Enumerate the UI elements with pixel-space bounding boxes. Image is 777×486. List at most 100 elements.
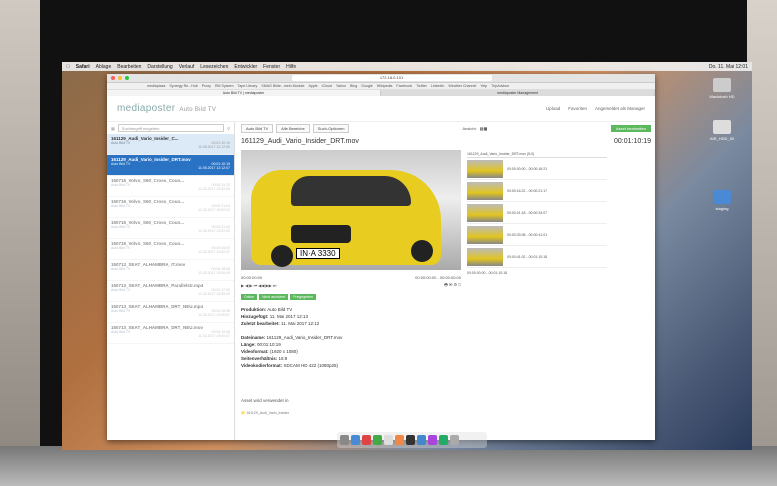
menu-hilfe[interactable]: Hilfe xyxy=(286,64,296,70)
url-bar[interactable]: 172.18.0.101 xyxy=(291,75,492,81)
bookmark[interactable]: Yahoo xyxy=(336,84,346,88)
list-item[interactable]: 150713_SEAT_ALHAMBRA_DRT_NEU.mp4 Auto Bil… xyxy=(107,302,234,323)
segment-item[interactable]: 00:00:16:22 - 00:00:21:17 xyxy=(467,180,607,202)
list-item[interactable]: 150716_Volvo_S60_Cross_Coun... Auto Bild … xyxy=(107,176,234,197)
transport-controls[interactable]: ▶ ◀ ▶ ⏮ ◀◀ ▶▶ ⏭ xyxy=(241,283,276,288)
view-label: Ansicht: xyxy=(462,125,477,131)
menu-entwickler[interactable]: Entwickler xyxy=(234,64,257,70)
segment-timecode: 00:00:21:18 - 00:00:33:07 xyxy=(507,210,548,215)
apple-icon[interactable]:  xyxy=(66,64,70,70)
list-item[interactable]: 161129_Audi_Vario_Insider_C... Auto Bild … xyxy=(107,134,234,155)
browser-titlebar: 172.18.0.101 xyxy=(107,74,655,83)
bookmark[interactable]: Wikipedia xyxy=(377,84,393,88)
app-icon[interactable] xyxy=(362,435,371,445)
bookmark[interactable]: iCloud xyxy=(322,84,332,88)
list-item[interactable]: 150716_Volvo_S60_Cross_Coun... Auto Bild … xyxy=(107,218,234,239)
search-icon[interactable]: ⚲ xyxy=(227,126,230,131)
segment-item[interactable]: 00:00:41:02 - 00:01:10:18 xyxy=(467,246,607,268)
search-input[interactable]: Suchbegriff eingeben xyxy=(117,124,225,132)
search-row: ▦ Suchbegriff eingeben ⚲ xyxy=(107,122,234,134)
filter-areas-button[interactable]: Alle Bereiche xyxy=(276,123,310,133)
bookmark[interactable]: Bing xyxy=(350,84,357,88)
player-tool-icons[interactable]: 🖶 ▣ ⚙ ◻ xyxy=(444,282,461,289)
edit-asset-button[interactable]: Asset bearbeiten xyxy=(610,124,651,132)
maximize-window-icon[interactable] xyxy=(125,76,129,80)
menu-verlauf[interactable]: Verlauf xyxy=(179,64,195,70)
list-item[interactable]: 150716_Volvo_S60_Cross_Coun... Auto Bild … xyxy=(107,197,234,218)
menu-darstellung[interactable]: Darstellung xyxy=(147,64,172,70)
app-logo[interactable]: mediaposter Auto Bild TV xyxy=(117,103,216,114)
metadata-row: Länge: 00:01:10:19 xyxy=(241,342,281,347)
search-options-button[interactable]: Such-Optionen xyxy=(312,123,350,133)
bookmark[interactable]: Apple xyxy=(308,84,317,88)
bookmark[interactable]: SMAG Bilde...mein Module xyxy=(261,84,304,88)
bookmark[interactable]: Tape Library xyxy=(238,84,258,88)
terminal-icon[interactable] xyxy=(406,435,415,445)
list-item[interactable]: 150716_Volvo_S60_Cross_Coun... Auto Bild … xyxy=(107,239,234,260)
segment-item[interactable]: 00:00:21:18 - 00:00:33:07 xyxy=(467,202,607,224)
app-icon[interactable] xyxy=(384,435,393,445)
menu-ablage[interactable]: Ablage xyxy=(96,64,112,70)
close-window-icon[interactable] xyxy=(111,76,115,80)
app-icon[interactable] xyxy=(439,435,448,445)
tab-mediaposter[interactable]: Auto Bild TV | mediaposter xyxy=(107,90,381,96)
view-toggle-icon[interactable]: ▤▦ xyxy=(480,126,488,131)
safari-window: 172.18.0.101 mediaplaza Synergy Re...Hub… xyxy=(107,74,655,440)
usage-title: Asset wird verwendet in xyxy=(241,398,289,403)
trash-icon[interactable] xyxy=(450,435,459,445)
grid-icon[interactable]: ▦ xyxy=(111,126,115,131)
bookmark[interactable]: Facebook xyxy=(396,84,412,88)
segment-header: 161129_Audi_Vario_Insider_DRT.mov (5-0) xyxy=(467,150,607,158)
bookmark[interactable]: TripAdvisor xyxy=(491,84,509,88)
segment-timecode: 00:00:16:22 - 00:00:21:17 xyxy=(507,188,548,193)
metadata-row: Videokodierformat: XDCAM HD 422 (1080p25… xyxy=(241,363,338,368)
bookmark[interactable]: Synergy Re...Hub xyxy=(169,84,197,88)
timecode-current: 00:00:00:00 xyxy=(241,274,263,280)
user-menu[interactable]: Angemeldet als Manager xyxy=(595,106,645,111)
video-player[interactable]: IN·A 3330 xyxy=(241,150,461,270)
tab-management[interactable]: mediaposter Management xyxy=(381,90,655,96)
favorites-link[interactable]: Favoriten xyxy=(568,106,587,111)
bookmark[interactable]: mediaplaza xyxy=(147,84,165,88)
list-item[interactable]: 150713_SEAT_ALHAMBRA_IT.mov Auto Bild TV 0… xyxy=(107,260,234,281)
desktop-icon-hd[interactable]: Macintosh HD xyxy=(702,78,742,99)
metadata-row: Dateiname: 161129_Audi_Vario_Insider_DRT… xyxy=(241,335,343,340)
bookmark[interactable]: Proxy xyxy=(202,84,211,88)
upload-link[interactable]: Upload xyxy=(546,106,560,111)
desktop-icon-staging[interactable]: staging xyxy=(702,190,742,211)
bookmark[interactable]: LinkedIn xyxy=(431,84,445,88)
minimize-window-icon[interactable] xyxy=(118,76,122,80)
usage-file[interactable]: 📁 161129_Audi_Vario_Insider xyxy=(241,411,289,415)
asset-title: 161129_Audi_Vario_Insider_DRT.mov xyxy=(241,137,359,145)
bookmark[interactable]: RM System xyxy=(215,84,234,88)
list-item[interactable]: 161129_Audi_Vario_Insider_DRT.mov Auto Bi… xyxy=(107,155,234,176)
status-badges: Online Nicht archiviert Freigegeben xyxy=(241,294,316,300)
desktop-icon-drive[interactable]: AIR_HDD_50 xyxy=(702,120,742,141)
list-item-meta: 00:00:21:04 11.02.2017 19:02:02 xyxy=(198,225,230,233)
status-badge: Freigegeben xyxy=(290,294,316,300)
menu-fenster[interactable]: Fenster xyxy=(263,64,280,70)
asset-title-row: 161129_Audi_Vario_Insider_DRT.mov 00:01:… xyxy=(241,134,651,148)
app-icon[interactable] xyxy=(373,435,382,445)
segment-item[interactable]: 00:00:33:08 - 00:00:41:01 xyxy=(467,224,607,246)
safari-icon[interactable] xyxy=(351,435,360,445)
menu-safari[interactable]: Safari xyxy=(76,64,90,70)
metadata-row: Videoformat: (1920 x 1080) xyxy=(241,349,298,354)
menu-lesezeichen[interactable]: Lesezeichen xyxy=(200,64,228,70)
bookmark[interactable]: Twitter xyxy=(416,84,427,88)
list-item[interactable]: 150713_SEAT_ALHAMBRA_Parallelstr.mp4 Auto… xyxy=(107,281,234,302)
menu-bearbeiten[interactable]: Bearbeiten xyxy=(117,64,141,70)
bookmark[interactable]: Google xyxy=(361,84,373,88)
segment-item[interactable]: 00:00:00:00 - 00:00:16:21 xyxy=(467,158,607,180)
finder-icon[interactable] xyxy=(340,435,349,445)
filter-production-button[interactable]: Auto Bild TV xyxy=(241,123,274,133)
app-icon[interactable] xyxy=(395,435,404,445)
menubar-clock[interactable]: Do. 11. Mai 12:01 xyxy=(709,64,748,70)
list-item-meta: 00:01:10:19 11.05.2017 12:12:00 xyxy=(198,141,230,149)
list-item[interactable]: 150713_SEAT_ALHAMBRA_DRT_NEU.mov Auto Bil… xyxy=(107,323,234,344)
bookmark[interactable]: Yelp xyxy=(480,84,487,88)
app-icon[interactable] xyxy=(417,435,426,445)
app-icon[interactable] xyxy=(428,435,437,445)
metadata-row: Seitenverhältnis: 16:9 xyxy=(241,356,288,361)
bookmark[interactable]: Weather Channel xyxy=(448,84,476,88)
